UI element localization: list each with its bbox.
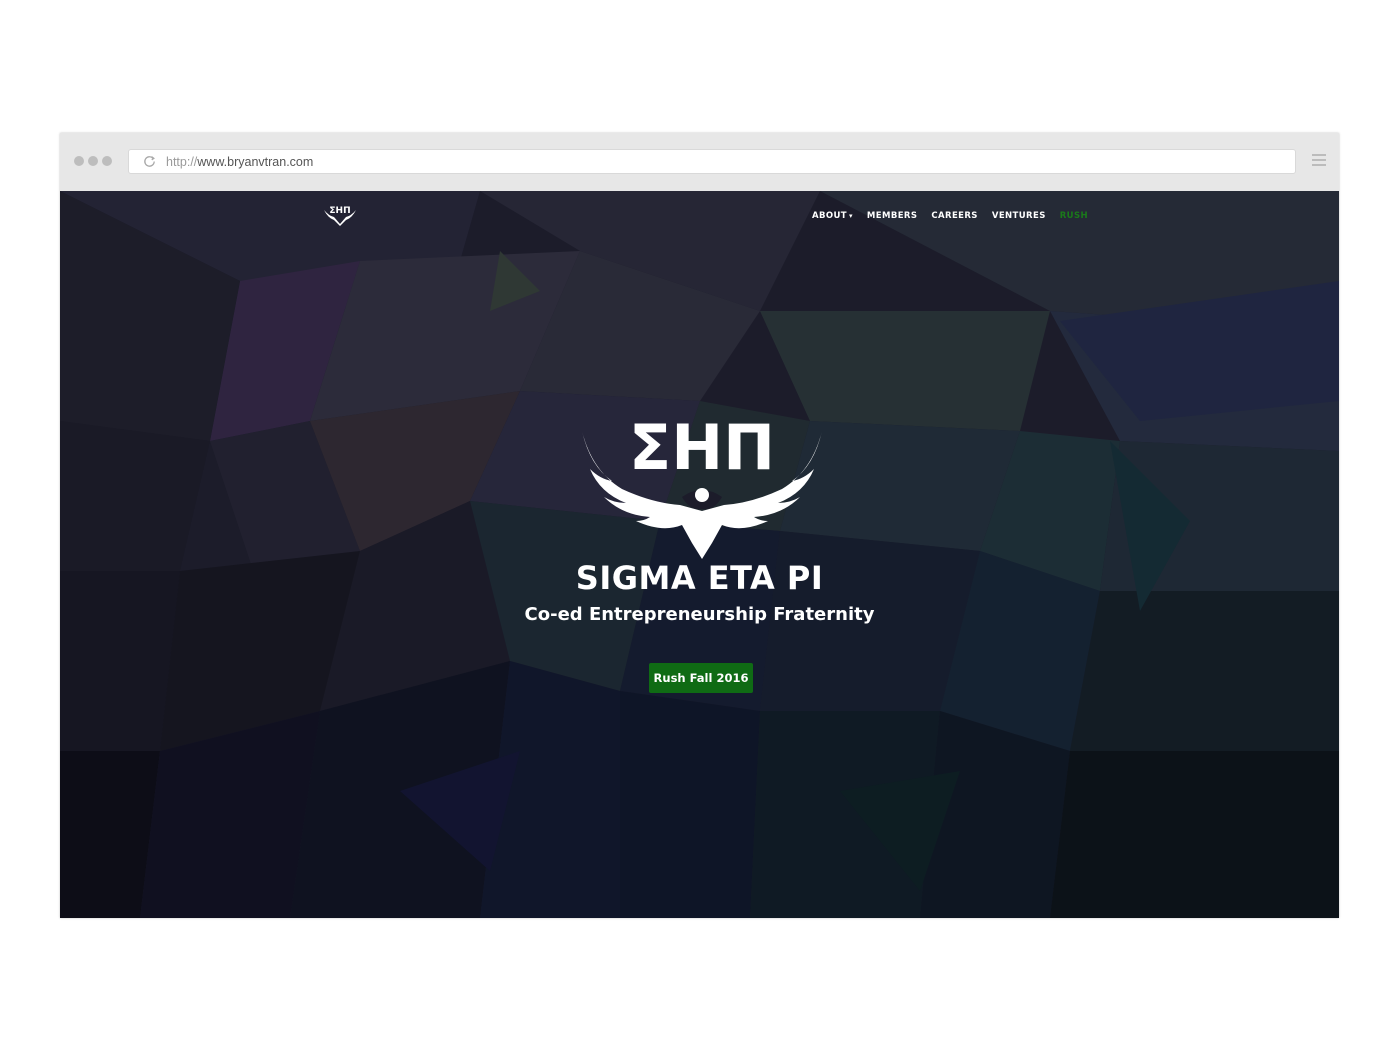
hero-title: SIGMA ETA PI [575, 559, 824, 597]
hero-subtitle: Co-ed Entrepreneurship Fraternity [524, 604, 875, 625]
close-dot[interactable] [74, 156, 84, 166]
svg-text:ΣΗΠ: ΣΗΠ [329, 206, 350, 216]
nav-item-about[interactable]: ABOUT ▾ [812, 211, 853, 221]
svg-text:ΣΗΠ: ΣΗΠ [629, 411, 775, 484]
url-host: www.bryanvtran.com [197, 155, 314, 169]
rush-cta-button[interactable]: Rush Fall 2016 [649, 663, 753, 693]
eagle-logo-icon: ΣΗΠ [582, 411, 822, 559]
main-nav: ABOUT ▾ MEMBERS CAREERS VENTURES RUSH [812, 211, 1088, 221]
window-controls [74, 156, 112, 166]
address-bar[interactable]: http://www.bryanvtran.com [128, 149, 1296, 174]
nav-item-careers[interactable]: CAREERS [931, 211, 977, 221]
browser-window: http://www.bryanvtran.com ΣΗΠ ABOUT ▾ ME… [60, 133, 1339, 918]
url-prefix: http:// [166, 155, 198, 169]
maximize-dot[interactable] [102, 156, 112, 166]
nav-logo-icon[interactable]: ΣΗΠ [322, 204, 358, 226]
nav-item-ventures[interactable]: VENTURES [992, 211, 1046, 221]
menu-icon[interactable] [1312, 154, 1326, 170]
minimize-dot[interactable] [88, 156, 98, 166]
browser-toolbar: http://www.bryanvtran.com [60, 133, 1339, 192]
chevron-down-icon: ▾ [848, 212, 853, 220]
nav-item-about-label: ABOUT [812, 211, 847, 221]
page-viewport: ΣΗΠ ABOUT ▾ MEMBERS CAREERS VENTURES RUSH… [60, 191, 1339, 918]
nav-item-members[interactable]: MEMBERS [867, 211, 917, 221]
nav-item-rush[interactable]: RUSH [1060, 211, 1088, 221]
url-text: http://www.bryanvtran.com [166, 155, 313, 169]
reload-icon[interactable] [142, 154, 157, 169]
